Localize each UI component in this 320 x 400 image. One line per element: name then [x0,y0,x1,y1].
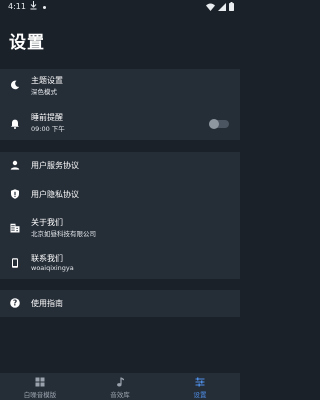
bottom-navigation: 白噪音模版 音效库 设置 [0,373,240,400]
battery-icon [229,2,234,13]
nav-label: 设置 [193,391,207,399]
settings-group-appearance: 主题设置 深色模式 睡前提醒 09:00 下午 [0,69,240,140]
sliders-icon [195,377,205,387]
contact-us-label: 联系我们 [31,254,63,263]
moon-icon [10,80,20,90]
signal-icon [218,2,226,13]
settings-group-help: ? 使用指南 [0,290,240,317]
user-guide-row[interactable]: ? 使用指南 [0,290,240,317]
phone-icon [10,258,20,268]
toggle-knob [209,119,219,129]
sleep-reminder-toggle[interactable] [209,119,229,129]
status-icons [206,2,234,13]
theme-setting-label: 主题设置 [31,76,63,85]
help-icon: ? [10,298,20,308]
privacy-agreement-row[interactable]: 用户隐私协议 [0,181,240,208]
person-icon [10,160,20,170]
status-bar: 4:11 [0,0,240,14]
contact-us-value: woaiqixingya [31,264,74,272]
nav-label: 白噪音模版 [23,391,57,399]
sleep-reminder-row[interactable]: 睡前提醒 09:00 下午 [0,109,240,139]
grid-icon [35,377,45,387]
service-agreement-row[interactable]: 用户服务协议 [0,152,240,179]
theme-setting-value: 深色模式 [31,88,57,96]
nav-label: 音效库 [110,391,130,399]
sleep-reminder-label: 睡前提醒 [31,113,63,122]
dot-icon [43,6,46,9]
settings-group-info: 用户服务协议 用户隐私协议 关于我们 北京如昼科技有限公司 联系我们 woaiq… [0,152,240,279]
nav-settings[interactable]: 设置 [160,373,240,400]
status-time: 4:11 [8,2,26,11]
shield-icon [10,189,20,199]
svg-text:?: ? [13,299,17,308]
theme-setting-row[interactable]: 主题设置 深色模式 [0,69,240,101]
nav-sound-library[interactable]: 音效库 [80,373,160,400]
privacy-agreement-label: 用户隐私协议 [31,190,79,199]
service-agreement-label: 用户服务协议 [31,161,79,170]
page-title: 设置 [9,33,45,53]
about-us-row[interactable]: 关于我们 北京如昼科技有限公司 [0,212,240,244]
nav-white-noise-templates[interactable]: 白噪音模版 [0,373,80,400]
user-guide-label: 使用指南 [31,299,63,308]
wifi-icon [206,3,215,13]
about-us-company: 北京如昼科技有限公司 [31,230,96,238]
building-icon [10,223,20,233]
music-note-icon [115,377,125,387]
sleep-reminder-time: 09:00 下午 [31,125,65,133]
bell-icon [10,119,20,129]
contact-us-row[interactable]: 联系我们 woaiqixingya [0,247,240,279]
download-icon [30,1,37,12]
about-us-label: 关于我们 [31,218,63,227]
